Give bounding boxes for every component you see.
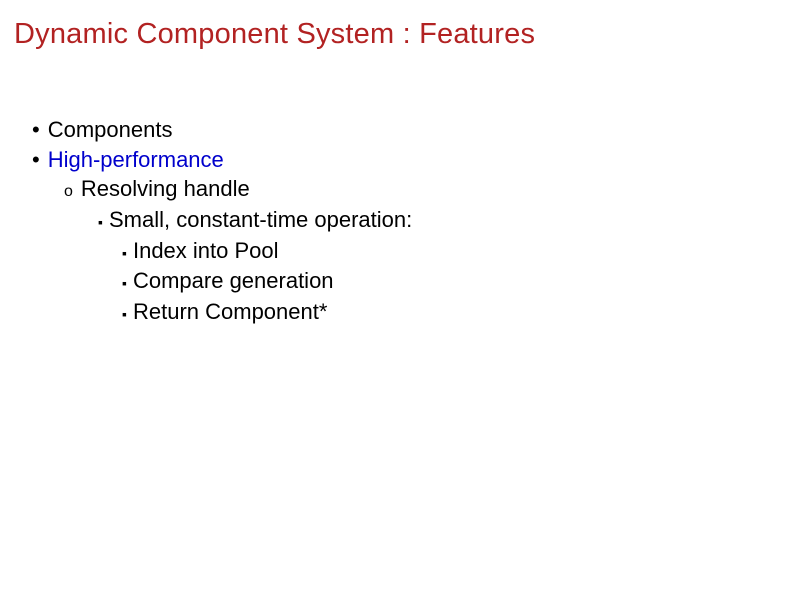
bullet-level2: o Resolving handle bbox=[64, 174, 786, 205]
bullet-text: Index into Pool bbox=[133, 236, 279, 266]
bullet-level4: ▪ Return Component* bbox=[122, 297, 786, 328]
bullet-text-link: High-performance bbox=[48, 145, 224, 175]
bullet-square-icon: ▪ bbox=[122, 240, 127, 267]
slide-title: Dynamic Component System : Features bbox=[14, 18, 786, 51]
bullet-level4: ▪ Compare generation bbox=[122, 266, 786, 297]
bullet-text: Compare generation bbox=[133, 266, 334, 296]
bullet-level1: • Components bbox=[32, 115, 786, 145]
bullet-text: Return Component* bbox=[133, 297, 327, 327]
bullet-circle-icon: o bbox=[64, 179, 73, 205]
bullet-square-icon: ▪ bbox=[122, 270, 127, 297]
bullet-level1: • High-performance bbox=[32, 145, 786, 175]
bullet-square-icon: ▪ bbox=[98, 209, 103, 236]
slide-content: • Components • High-performance o Resolv… bbox=[14, 115, 786, 327]
bullet-square-icon: ▪ bbox=[122, 301, 127, 328]
bullet-level4: ▪ Index into Pool bbox=[122, 236, 786, 267]
bullet-dot-icon: • bbox=[32, 115, 40, 145]
slide: Dynamic Component System : Features • Co… bbox=[0, 0, 800, 600]
bullet-dot-icon: • bbox=[32, 145, 40, 175]
bullet-text: Components bbox=[48, 115, 173, 145]
bullet-text: Resolving handle bbox=[81, 174, 250, 204]
bullet-level3: ▪ Small, constant-time operation: bbox=[98, 205, 786, 236]
bullet-text: Small, constant-time operation: bbox=[109, 205, 412, 235]
